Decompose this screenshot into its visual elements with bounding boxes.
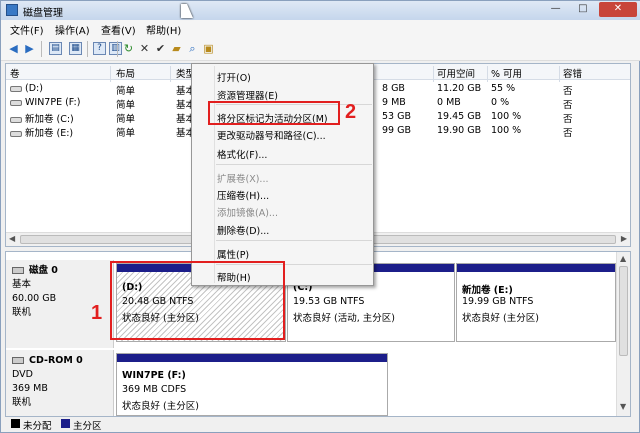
- scroll-left-icon[interactable]: ◀: [9, 234, 15, 243]
- legend: 未分配 主分区: [5, 417, 631, 432]
- menu-bar: 文件(F) 操作(A) 查看(V) 帮助(H): [1, 20, 640, 37]
- cdrom-icon: [12, 357, 24, 364]
- back-icon[interactable]: ◀: [7, 42, 20, 55]
- legend-primary: 主分区: [73, 421, 102, 432]
- cell-capacity: 9 MB: [382, 97, 406, 108]
- forward-icon[interactable]: ▶: [23, 42, 36, 55]
- cell-layout: 简单: [116, 86, 136, 97]
- partition-size: 19.99 GB NTFS: [462, 296, 534, 307]
- mouse-cursor-icon: [181, 4, 193, 18]
- open-folder-icon[interactable]: ▰: [170, 42, 183, 55]
- disk-size: 369 MB: [12, 383, 48, 394]
- col-free[interactable]: 可用空间: [437, 66, 475, 80]
- cell-free: 19.45 GB: [437, 111, 482, 122]
- delete-icon[interactable]: ✕: [138, 42, 151, 55]
- cell-fault: 否: [563, 128, 573, 139]
- menu-item-extend: 扩展卷(X)...: [217, 174, 269, 185]
- disk-status: 联机: [12, 397, 32, 408]
- scroll-right-icon[interactable]: ▶: [621, 234, 627, 243]
- disk-settings-icon[interactable]: ▣: [202, 42, 215, 55]
- col-volume[interactable]: 卷: [10, 66, 20, 80]
- cdrom-0-info[interactable]: CD-ROM 0 DVD 369 MB 联机: [6, 350, 114, 416]
- scroll-down-icon[interactable]: ▼: [620, 402, 626, 411]
- legend-unallocated: 未分配: [23, 421, 52, 432]
- cell-fault: 否: [563, 86, 573, 97]
- cell-layout: 简单: [116, 128, 136, 139]
- primary-swatch: [61, 419, 70, 428]
- check-disk-icon[interactable]: ✔: [154, 42, 167, 55]
- title-bar: 磁盘管理 — □ ✕: [1, 1, 640, 20]
- partition-status: 状态良好 (主分区): [462, 313, 539, 324]
- maximize-button[interactable]: □: [572, 2, 594, 17]
- annotation-2: 2: [345, 101, 357, 123]
- highlight-mark-active: [208, 101, 340, 125]
- cell-capacity: 53 GB: [382, 111, 411, 122]
- drive-icon: [10, 99, 22, 106]
- drive-icon: [10, 85, 22, 92]
- cell-capacity: 8 GB: [382, 83, 405, 94]
- cell-fault: 否: [563, 114, 573, 125]
- partition-label: WIN7PE (F:): [122, 370, 186, 381]
- partition-size: 369 MB CDFS: [122, 384, 187, 395]
- menu-file[interactable]: 文件(F): [10, 22, 44, 37]
- unallocated-swatch: [11, 419, 20, 428]
- disk-type: DVD: [12, 369, 33, 380]
- menu-item-shrink[interactable]: 压缩卷(H)...: [217, 188, 269, 202]
- menu-item-format[interactable]: 格式化(F)...: [217, 147, 267, 161]
- menu-help[interactable]: 帮助(H): [146, 22, 181, 37]
- cell-free: 11.20 GB: [437, 83, 482, 94]
- highlight-partition-d: [110, 261, 285, 340]
- cell-pct: 55 %: [491, 83, 516, 94]
- help-icon[interactable]: ?: [93, 42, 106, 55]
- app-icon: [6, 4, 18, 16]
- menu-item-delete[interactable]: 删除卷(D)...: [217, 223, 269, 237]
- disk-type: 基本: [12, 279, 32, 290]
- scroll-thumb[interactable]: [619, 266, 628, 356]
- cell-free: 0 MB: [437, 97, 461, 108]
- menu-item-change-letter[interactable]: 更改驱动器号和路径(C)...: [217, 128, 326, 142]
- disk-name: CD-ROM 0: [29, 355, 83, 366]
- cell-pct: 100 %: [491, 111, 522, 122]
- list-view-icon[interactable]: ▦: [69, 42, 82, 55]
- refresh-icon[interactable]: ↻: [122, 42, 135, 55]
- col-pct-free[interactable]: % 可用: [491, 66, 522, 80]
- cell-pct: 0 %: [491, 97, 510, 108]
- context-menu: 打开(O) 资源管理器(E) 将分区标记为活动分区(M) 更改驱动器号和路径(C…: [191, 63, 374, 286]
- partition-size: 19.53 GB NTFS: [293, 296, 365, 307]
- search-icon[interactable]: ⌕: [186, 42, 199, 55]
- partition-status: 状态良好 (主分区): [122, 401, 199, 412]
- drive-icon: [10, 130, 22, 137]
- menu-item-explorer[interactable]: 资源管理器(E): [217, 88, 278, 102]
- menu-action[interactable]: 操作(A): [55, 22, 90, 37]
- partition-f[interactable]: WIN7PE (F:) 369 MB CDFS 状态良好 (主分区): [116, 353, 388, 416]
- annotation-1: 1: [91, 302, 103, 324]
- partition-e[interactable]: 新加卷 (E:) 19.99 GB NTFS 状态良好 (主分区): [456, 263, 616, 342]
- cell-capacity: 99 GB: [382, 125, 411, 136]
- cell-pct: 100 %: [491, 125, 522, 136]
- properties-icon[interactable]: ▥: [109, 42, 122, 55]
- console-tree-icon[interactable]: ▤: [49, 42, 62, 55]
- cell-layout: 简单: [116, 114, 136, 125]
- col-layout[interactable]: 布局: [116, 66, 135, 80]
- drive-icon: [10, 116, 22, 123]
- menu-view[interactable]: 查看(V): [101, 22, 136, 37]
- toolbar: ◀ ▶ ▤ ▦ ? ▥ ↻ ✕ ✔ ▰ ⌕ ▣: [1, 37, 640, 61]
- window-title: 磁盘管理: [23, 8, 63, 19]
- vertical-scrollbar[interactable]: ▲ ▼: [616, 252, 630, 416]
- disk-name: 磁盘 0: [29, 265, 58, 276]
- menu-item-open[interactable]: 打开(O): [217, 70, 251, 84]
- cell-layout: 简单: [116, 100, 136, 111]
- col-fault-tolerance[interactable]: 容错: [563, 66, 582, 80]
- disk-icon: [12, 267, 24, 274]
- partition-status: 状态良好 (活动, 主分区): [293, 313, 395, 324]
- cell-free: 19.90 GB: [437, 125, 482, 136]
- menu-item-add-mirror: 添加镜像(A)...: [217, 208, 278, 219]
- scroll-up-icon[interactable]: ▲: [620, 254, 626, 263]
- partition-label: 新加卷 (E:): [462, 285, 513, 296]
- minimize-button[interactable]: —: [545, 2, 567, 17]
- cell-fault: 否: [563, 100, 573, 111]
- menu-item-properties[interactable]: 属性(P): [217, 247, 249, 261]
- close-button[interactable]: ✕: [599, 2, 637, 17]
